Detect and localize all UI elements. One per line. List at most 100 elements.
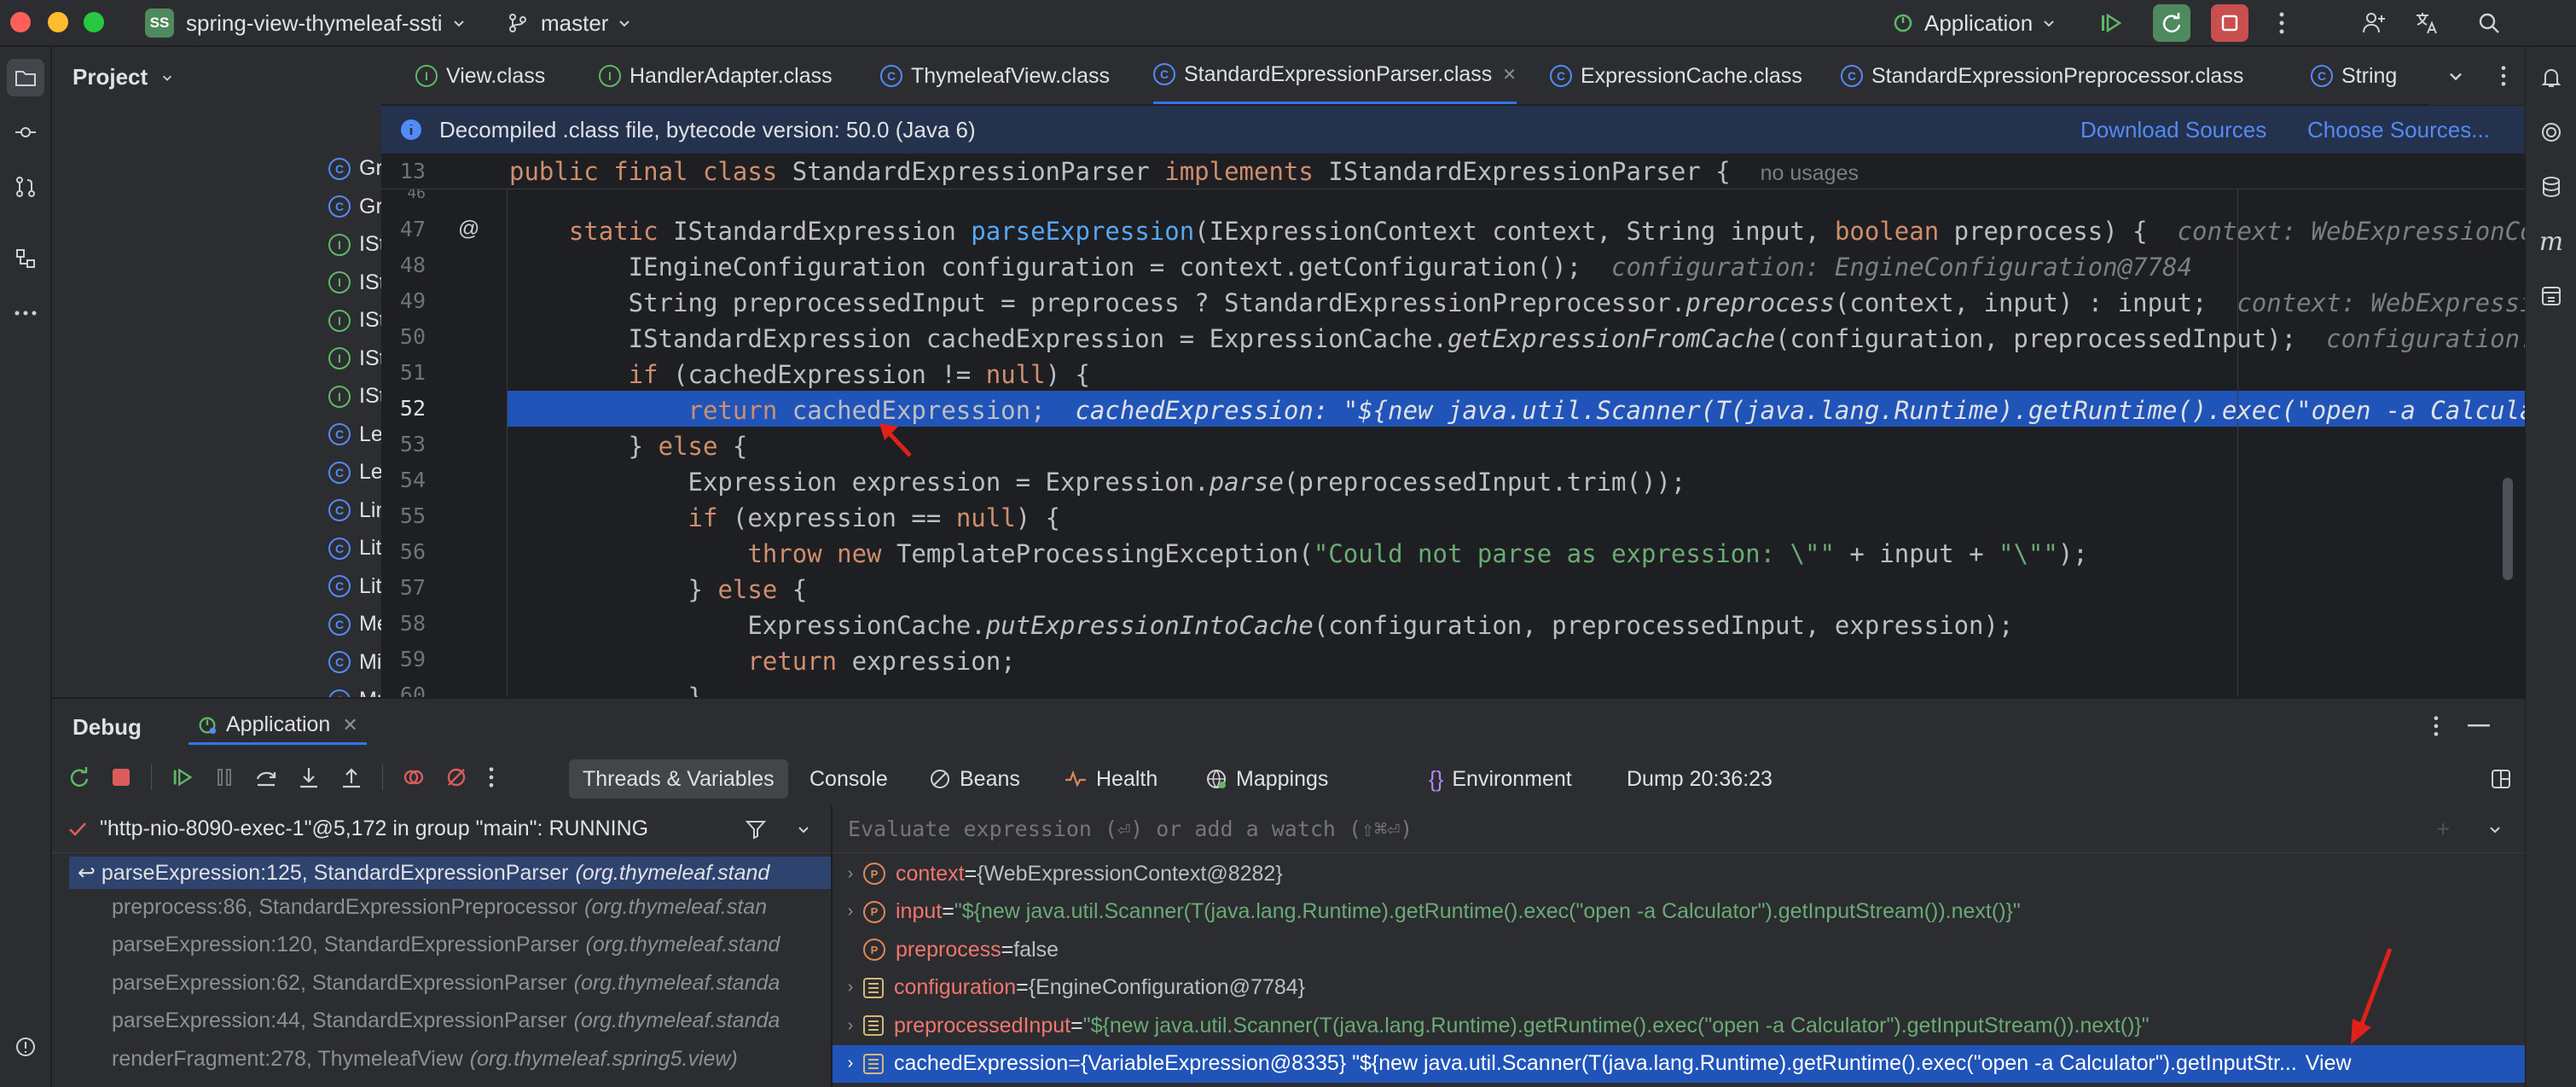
tree-item[interactable]: I IStanda	[328, 346, 381, 371]
project-tool-button[interactable]	[7, 59, 44, 96]
rerun-debug-button[interactable]	[2153, 0, 2190, 46]
minimize-window-button[interactable]	[48, 12, 68, 32]
commit-tool-button[interactable]	[7, 113, 44, 151]
editor-tab[interactable]: C StandardExpressionParser.class ✕	[1153, 47, 1517, 104]
tree-item[interactable]: C Greate	[328, 195, 381, 219]
mute-breakpoints-icon[interactable]	[444, 765, 468, 789]
more-vertical-icon[interactable]	[2499, 64, 2508, 88]
override-marker-icon[interactable]: @	[458, 217, 479, 241]
stack-frame[interactable]: ↩ parseExpression:125, StandardExpressio…	[69, 857, 831, 889]
stack-frame[interactable]: parseExpression:44, StandardExpressionPa…	[112, 1009, 780, 1033]
tree-item[interactable]: C Greate	[328, 156, 381, 181]
filter-icon[interactable]	[745, 818, 767, 840]
resume-icon[interactable]	[171, 765, 194, 789]
variable-row[interactable]: › preprocessedInput = "${new java.util.Sc…	[833, 1007, 2525, 1044]
pull-requests-tool-button[interactable]	[7, 168, 44, 206]
add-watch-icon[interactable]: +	[2436, 816, 2450, 843]
variable-row[interactable]: › Pcontext = {WebExpressionContext@8282}	[833, 855, 2525, 892]
rerun-icon[interactable]	[67, 765, 91, 789]
add-user-button[interactable]	[2361, 0, 2387, 46]
step-into-icon[interactable]	[297, 765, 321, 789]
tree-item[interactable]: C Messa	[328, 612, 381, 637]
close-window-button[interactable]	[10, 12, 31, 32]
variable-row[interactable]: › cachedExpression = {VariableExpression@…	[833, 1044, 2525, 1083]
notifications-tool-button[interactable]	[2532, 59, 2570, 96]
tree-item[interactable]: I IStanda	[328, 232, 381, 257]
resume-program-button[interactable]	[2098, 0, 2124, 46]
more-vertical-icon[interactable]	[487, 765, 496, 789]
tree-item[interactable]: C Literal	[328, 536, 381, 561]
tree-item[interactable]: C LinkEx	[328, 498, 381, 523]
run-configuration-selector[interactable]: Application	[1892, 0, 2057, 46]
more-actions-button[interactable]	[2277, 0, 2286, 46]
stack-frame[interactable]: preprocess:86, StandardExpressionPreproc…	[112, 895, 767, 920]
tree-item[interactable]: C Multipl	[328, 688, 381, 697]
chevron-right-icon[interactable]: ›	[838, 1016, 863, 1036]
thread-selector[interactable]: "http-nio-8090-exec-1"@5,172 in group "m…	[52, 805, 831, 853]
stack-frame[interactable]: renderFragment:278, ThymeleafView (org.th…	[112, 1047, 738, 1072]
project-panel-header[interactable]: Project	[73, 64, 174, 90]
editor-tab[interactable]: I HandlerAdapter.class	[599, 47, 833, 104]
chevron-right-icon[interactable]: ›	[838, 1054, 863, 1073]
tab-mappings[interactable]: Mappings	[1205, 753, 1328, 805]
zoom-window-button[interactable]	[84, 12, 104, 32]
structure-tool-button[interactable]	[7, 240, 44, 277]
step-over-icon[interactable]	[254, 765, 278, 789]
tree-item[interactable]: I IStanda	[328, 270, 381, 295]
more-tools-button[interactable]	[7, 294, 44, 332]
download-sources-link[interactable]: Download Sources	[2080, 117, 2266, 143]
problems-tool-button[interactable]	[7, 1028, 44, 1066]
editor-tab[interactable]: C StandardExpressionPreprocessor.class	[1841, 47, 2243, 104]
layout-settings-icon[interactable]	[2490, 768, 2512, 790]
variable-row[interactable]: Ppreprocess = false	[833, 931, 2525, 968]
tab-environment[interactable]: {} Environment	[1429, 753, 1572, 805]
chevron-right-icon[interactable]: ›	[838, 978, 863, 997]
tree-item[interactable]: C LessOr	[328, 422, 381, 447]
editor-tab[interactable]: C ThymeleafView.class	[880, 47, 1110, 104]
view-value-link[interactable]: View	[2306, 1051, 2352, 1076]
pause-icon[interactable]	[213, 766, 235, 788]
stack-frame[interactable]: parseExpression:120, StandardExpressionP…	[112, 933, 780, 957]
evaluate-expression-input[interactable]	[848, 817, 2383, 841]
stop-button[interactable]	[2211, 0, 2248, 46]
chevron-down-icon[interactable]	[796, 822, 811, 837]
search-everywhere-button[interactable]	[2477, 0, 2501, 46]
endpoints-tool-button[interactable]	[2532, 277, 2570, 315]
ai-assistant-tool-button[interactable]	[2532, 113, 2570, 151]
project-switcher[interactable]: SS spring-view-thymeleaf-ssti	[145, 0, 467, 46]
tab-health[interactable]: Health	[1064, 753, 1157, 805]
translate-button[interactable]	[2414, 0, 2440, 46]
thread-dump-label[interactable]: Dump 20:36:23	[1627, 753, 1772, 805]
editor-tab[interactable]: C String	[2311, 47, 2397, 104]
tree-item[interactable]: I IStanda	[328, 384, 381, 409]
stop-icon[interactable]	[110, 766, 132, 788]
view-breakpoints-icon[interactable]	[402, 765, 426, 789]
tree-item[interactable]: C Literal	[328, 574, 381, 599]
tab-console[interactable]: Console	[809, 753, 888, 805]
more-vertical-icon[interactable]	[2432, 714, 2440, 738]
database-tool-button[interactable]	[2532, 168, 2570, 206]
minimize-icon[interactable]	[2468, 724, 2490, 728]
tab-threads-variables[interactable]: Threads & Variables	[569, 759, 788, 799]
editor-tab[interactable]: C ExpressionCache.class	[1550, 47, 1802, 104]
variable-row[interactable]: › Pinput = "${new java.util.Scanner(T(jav…	[833, 893, 2525, 931]
chevron-right-icon[interactable]: ›	[838, 864, 863, 884]
tab-beans[interactable]: Beans	[929, 753, 1020, 805]
tree-item[interactable]: C MinusE	[328, 650, 381, 675]
chevron-right-icon[interactable]: ›	[838, 902, 863, 921]
choose-sources-link[interactable]: Choose Sources...	[2307, 117, 2490, 143]
tree-item[interactable]: I IStanda	[328, 308, 381, 333]
tab-list-chevron-icon[interactable]	[2446, 67, 2465, 85]
code-editor[interactable]: 13 public final class StandardExpression…	[381, 154, 2525, 697]
close-icon[interactable]: ✕	[342, 714, 357, 736]
editor-scrollbar-thumb[interactable]	[2503, 478, 2513, 580]
close-icon[interactable]: ✕	[1502, 64, 1517, 85]
variable-row[interactable]: › configuration = {EngineConfiguration@77…	[833, 969, 2525, 1007]
editor-tab[interactable]: I View.class	[415, 47, 545, 104]
chevron-down-icon[interactable]	[2487, 822, 2503, 837]
branch-switcher[interactable]: master	[507, 0, 632, 46]
tree-item[interactable]: C LessTh	[328, 460, 381, 485]
stack-frame[interactable]: parseExpression:62, StandardExpressionPa…	[112, 971, 780, 996]
debug-session-tab[interactable]: Application ✕	[189, 707, 367, 745]
step-out-icon[interactable]	[339, 765, 363, 789]
